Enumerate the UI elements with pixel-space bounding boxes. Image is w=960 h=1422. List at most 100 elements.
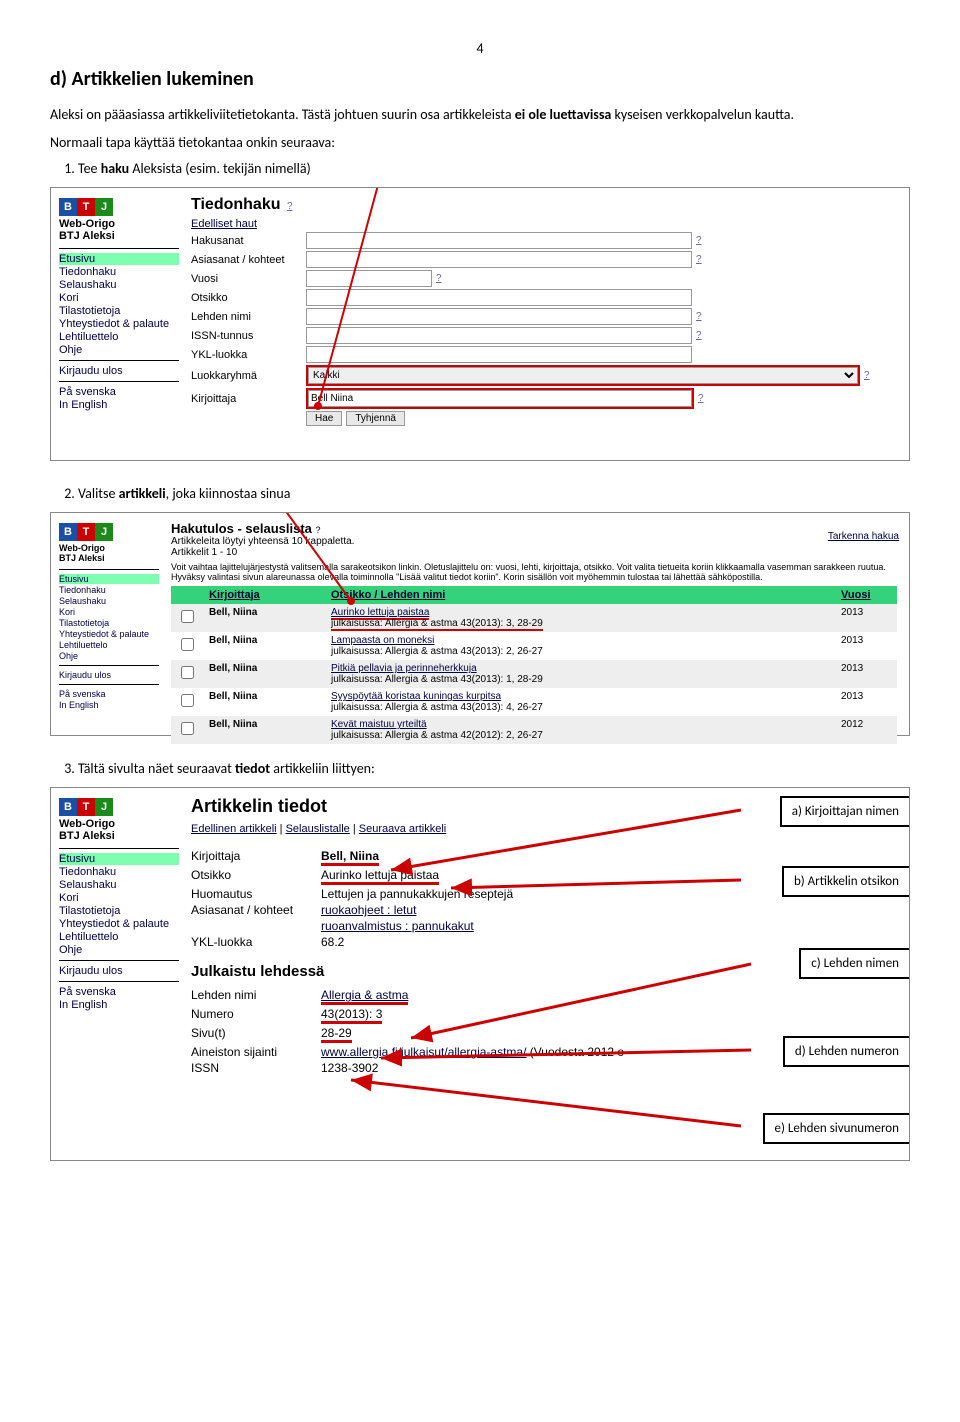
nav3-tilasto[interactable]: Tilastotietoja bbox=[59, 905, 179, 917]
nav2-ohje[interactable]: Ohje bbox=[59, 651, 159, 661]
nav3-kori[interactable]: Kori bbox=[59, 892, 179, 904]
nav-tiedonhaku[interactable]: Tiedonhaku bbox=[59, 266, 179, 278]
nav-sv[interactable]: På svenska bbox=[59, 386, 179, 398]
results-title: Hakutulos - selauslista ? bbox=[171, 521, 897, 536]
input-lehden[interactable] bbox=[306, 308, 692, 325]
input-otsikko[interactable] bbox=[306, 289, 692, 306]
nav3-logout[interactable]: Kirjaudu ulos bbox=[59, 965, 179, 977]
input-vuosi[interactable] bbox=[306, 270, 432, 287]
row-checkbox[interactable] bbox=[181, 722, 194, 735]
nav3-tiedonhaku[interactable]: Tiedonhaku bbox=[59, 866, 179, 878]
input-asiasanat[interactable] bbox=[306, 251, 692, 268]
prev-searches-link[interactable]: Edelliset haut bbox=[191, 218, 257, 230]
nav-ohje[interactable]: Ohje bbox=[59, 344, 179, 356]
result-row[interactable]: Bell, Niina Lampaasta on moneksijulkaisu… bbox=[171, 632, 897, 660]
val-asiasana-2[interactable]: ruoanvalmistus : pannukakut bbox=[321, 919, 474, 933]
lbl-sivu: Sivu(t) bbox=[191, 1026, 321, 1040]
nav2-lehti[interactable]: Lehtiluettelo bbox=[59, 640, 159, 650]
btn-tyhjenna[interactable]: Tyhjennä bbox=[346, 411, 405, 426]
screenshot-search-form: BTJ Web-Origo BTJ Aleksi Etusivu Tiedonh… bbox=[50, 187, 910, 461]
brand-line-1: Web-Origo bbox=[59, 218, 179, 230]
val-aineisto[interactable]: www.allergia.fi/julkaisut/allergia-astma… bbox=[321, 1045, 526, 1059]
nav2-tiedonhaku[interactable]: Tiedonhaku bbox=[59, 585, 159, 595]
nav3-ohje[interactable]: Ohje bbox=[59, 944, 179, 956]
nav2-etusivu[interactable]: Etusivu bbox=[59, 574, 159, 584]
brand-1b: Web-Origo bbox=[59, 543, 159, 553]
nav3-yhteys[interactable]: Yhteystiedot & palaute bbox=[59, 918, 179, 930]
refine-search-link[interactable]: Tarkenna hakua bbox=[828, 531, 899, 542]
prev-article-link[interactable]: Edellinen artikkeli bbox=[191, 823, 277, 835]
back-to-list-link[interactable]: Selauslistalle bbox=[286, 823, 350, 835]
result-row[interactable]: Bell, Niina Pitkiä pellavia ja perinnehe… bbox=[171, 660, 897, 688]
step-1: Tee haku Aleksista (esim. tekijän nimell… bbox=[78, 160, 910, 177]
sidebar-3: BTJ Web-Origo BTJ Aleksi Etusivu Tiedonh… bbox=[57, 794, 185, 1079]
pub-section-title: Julkaistu lehdessä bbox=[191, 963, 897, 980]
screenshot-detail: BTJ Web-Origo BTJ Aleksi Etusivu Tiedonh… bbox=[50, 787, 910, 1161]
nav3-selaushaku[interactable]: Selaushaku bbox=[59, 879, 179, 891]
nav2-en[interactable]: In English bbox=[59, 700, 159, 710]
nav-etusivu[interactable]: Etusivu bbox=[59, 253, 179, 265]
col-kirjoittaja[interactable]: Kirjoittaja bbox=[203, 586, 325, 604]
result-row[interactable]: Bell, Niina Kevät maistuu yrteiltäjulkai… bbox=[171, 716, 897, 744]
label-ykl: YKL-luokka bbox=[191, 349, 306, 361]
nav-lehti[interactable]: Lehtiluettelo bbox=[59, 331, 179, 343]
nav-yhteys[interactable]: Yhteystiedot & palaute bbox=[59, 318, 179, 330]
result-row[interactable]: Bell, Niina Syyspöytää koristaa kuningas… bbox=[171, 688, 897, 716]
lbl-asiasanat: Asiasanat / kohteet bbox=[191, 903, 321, 917]
btj-logo-3: BTJ bbox=[59, 798, 113, 816]
val-lehden-nimi[interactable]: Allergia & astma bbox=[321, 988, 408, 1005]
nav2-logout[interactable]: Kirjaudu ulos bbox=[59, 670, 159, 680]
results-table: Kirjoittaja Otsikko / Lehden nimi Vuosi … bbox=[171, 586, 897, 744]
col-vuosi[interactable]: Vuosi bbox=[835, 586, 897, 604]
row-checkbox[interactable] bbox=[181, 694, 194, 707]
result-row[interactable]: Bell, Niina Aurinko lettuja paistaajulka… bbox=[171, 604, 897, 632]
nav3-en[interactable]: In English bbox=[59, 999, 179, 1011]
label-asiasanat: Asiasanat / kohteet bbox=[191, 254, 306, 266]
nav-selaushaku[interactable]: Selaushaku bbox=[59, 279, 179, 291]
nav2-yhteys[interactable]: Yhteystiedot & palaute bbox=[59, 629, 159, 639]
val-sivu: 28-29 bbox=[321, 1026, 352, 1043]
val-asiasana-1[interactable]: ruokaohjeet : letut bbox=[321, 903, 416, 917]
nav3-etusivu[interactable]: Etusivu bbox=[59, 853, 179, 865]
val-issn: 1238-3902 bbox=[321, 1061, 378, 1075]
callout-d: d) Lehden numeron bbox=[783, 1036, 910, 1067]
label-kirjoittaja: Kirjoittaja bbox=[191, 393, 306, 405]
col-otsikko[interactable]: Otsikko / Lehden nimi bbox=[325, 586, 835, 604]
btn-hae[interactable]: Hae bbox=[306, 411, 342, 426]
sidebar-2: BTJ Web-Origo BTJ Aleksi Etusivu Tiedonh… bbox=[57, 519, 165, 746]
nav2-tilasto[interactable]: Tilastotietoja bbox=[59, 618, 159, 628]
val-otsikko: Aurinko lettuja paistaa bbox=[321, 868, 439, 885]
nav-tilasto[interactable]: Tilastotietoja bbox=[59, 305, 179, 317]
input-ykl[interactable] bbox=[306, 346, 692, 363]
nav-en[interactable]: In English bbox=[59, 399, 179, 411]
callout-b: b) Artikkelin otsikon bbox=[782, 866, 910, 897]
lbl-kirjoittaja: Kirjoittaja bbox=[191, 849, 321, 863]
lbl-numero: Numero bbox=[191, 1007, 321, 1021]
label-lehden: Lehden nimi bbox=[191, 311, 306, 323]
select-luokka[interactable]: Kaikki bbox=[308, 367, 858, 384]
input-issn[interactable] bbox=[306, 327, 692, 344]
step-2: Valitse artikkeli, joka kiinnostaa sinua bbox=[78, 485, 910, 502]
brand-1c: Web-Origo bbox=[59, 818, 179, 830]
nav3-lehti[interactable]: Lehtiluettelo bbox=[59, 931, 179, 943]
label-vuosi: Vuosi bbox=[191, 273, 306, 285]
val-ykl: 68.2 bbox=[321, 935, 344, 949]
brand-2c: BTJ Aleksi bbox=[59, 830, 179, 842]
row-checkbox[interactable] bbox=[181, 610, 194, 623]
next-article-link[interactable]: Seuraava artikkeli bbox=[359, 823, 446, 835]
row-checkbox[interactable] bbox=[181, 638, 194, 651]
nav3-sv[interactable]: På svenska bbox=[59, 986, 179, 998]
row-checkbox[interactable] bbox=[181, 666, 194, 679]
nav2-kori[interactable]: Kori bbox=[59, 607, 159, 617]
nav-kori[interactable]: Kori bbox=[59, 292, 179, 304]
input-kirjoittaja[interactable] bbox=[308, 390, 692, 407]
label-hakusanat: Hakusanat bbox=[191, 235, 306, 247]
val-huom: Lettujen ja pannukakkujen reseptejä bbox=[321, 887, 513, 901]
btj-logo-2: BTJ bbox=[59, 523, 113, 541]
sidebar: BTJ Web-Origo BTJ Aleksi Etusivu Tiedonh… bbox=[57, 194, 185, 430]
nav2-sv[interactable]: På svenska bbox=[59, 689, 159, 699]
input-hakusanat[interactable] bbox=[306, 232, 692, 249]
brand-line-2: BTJ Aleksi bbox=[59, 230, 179, 242]
nav2-selaushaku[interactable]: Selaushaku bbox=[59, 596, 159, 606]
nav-logout[interactable]: Kirjaudu ulos bbox=[59, 365, 179, 377]
